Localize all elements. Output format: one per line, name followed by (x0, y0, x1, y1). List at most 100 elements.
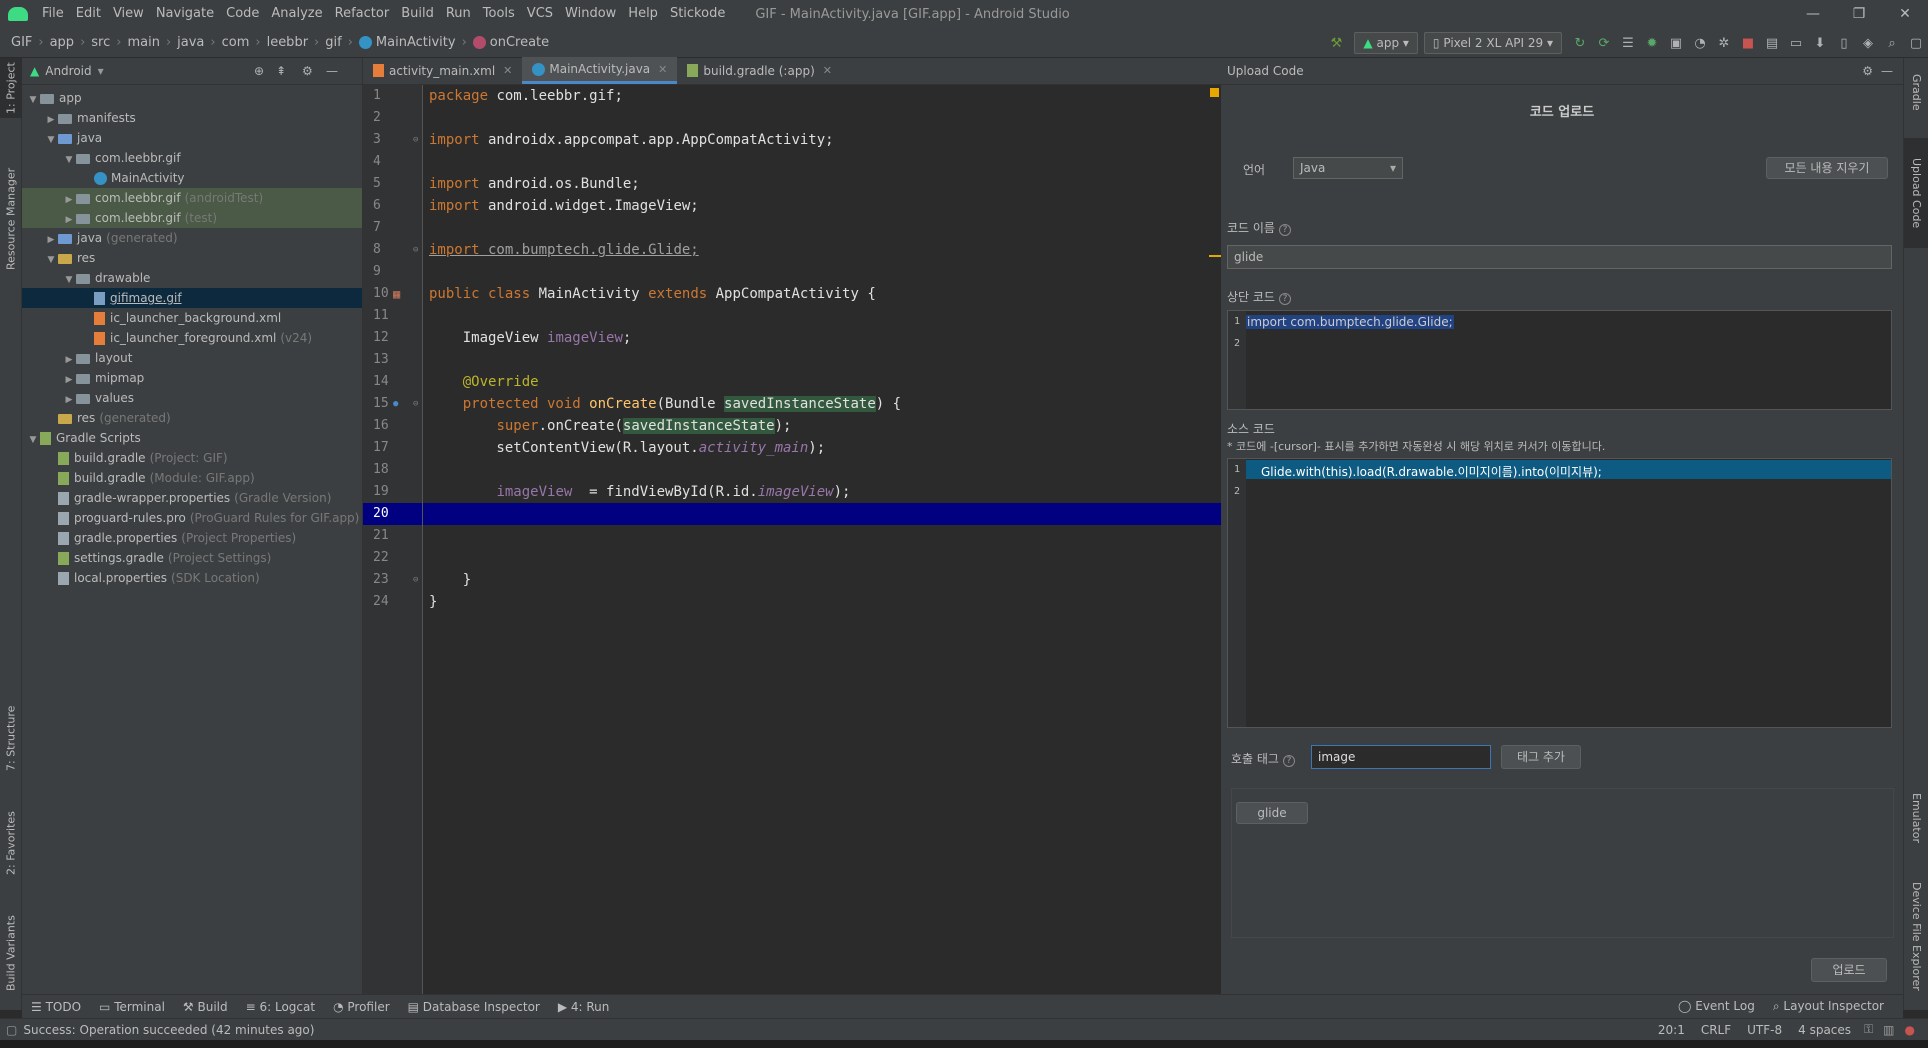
collapsed-arrow-icon[interactable]: ▶ (62, 190, 76, 210)
menu-refactor[interactable]: Refactor (329, 0, 396, 28)
run-list-icon[interactable]: ☰ (1616, 36, 1640, 51)
chevron-down-icon[interactable]: ▾ (98, 64, 104, 78)
tree-item[interactable]: ▼ Gradle Scripts (22, 428, 362, 448)
hammer-icon[interactable]: ⚒ (1324, 36, 1348, 51)
breadcrumb-item[interactable]: gif (322, 35, 344, 50)
breadcrumb-item[interactable]: com (219, 35, 253, 50)
expanded-arrow-icon[interactable]: ▼ (26, 90, 40, 110)
override-marker-icon[interactable]: ● (393, 393, 398, 415)
close-tab-icon[interactable]: ✕ (823, 64, 832, 77)
minimize-icon[interactable]: — (1790, 0, 1836, 28)
fold-icon[interactable]: ⊖ (413, 129, 418, 151)
menu-help[interactable]: Help (622, 0, 664, 28)
menu-stickode[interactable]: Stickode (664, 0, 731, 28)
layout-inspector-tab[interactable]: ⌕ Layout Inspector (1764, 999, 1893, 1014)
tree-item[interactable]: ▶ mipmap (22, 368, 362, 388)
layout-icon[interactable]: ▢ (1904, 36, 1928, 51)
gear-icon[interactable]: ⚙ (302, 64, 313, 78)
help-icon[interactable]: ? (1282, 755, 1295, 767)
device-manager-icon[interactable]: ▯ (1832, 36, 1856, 51)
bottom-tool-tab[interactable]: ▤ Database Inspector (399, 1000, 549, 1014)
search-icon[interactable]: ⌕ (1880, 36, 1904, 51)
tool-tab-build-variants[interactable]: Build Variants (0, 898, 22, 1008)
menu-analyze[interactable]: Analyze (265, 0, 328, 28)
expanded-arrow-icon[interactable]: ▼ (26, 430, 40, 450)
status-icon[interactable]: ▢ (6, 1023, 17, 1037)
lock-icon[interactable]: ⚿ (1859, 1022, 1878, 1037)
tool-tab-resource-manager[interactable]: Resource Manager (0, 154, 22, 284)
close-tab-icon[interactable]: ✕ (658, 63, 667, 76)
project-view-select[interactable]: Android (45, 64, 91, 78)
error-icon[interactable]: ● (1900, 1023, 1920, 1037)
tool-tab-project[interactable]: 1: Project (0, 58, 22, 118)
close-icon[interactable]: ✕ (1882, 0, 1928, 28)
tree-item[interactable]: proguard-rules.pro (ProGuard Rules for GI… (22, 508, 362, 528)
expanded-arrow-icon[interactable]: ▼ (44, 250, 58, 270)
help-icon[interactable]: ? (1278, 224, 1291, 236)
menu-tools[interactable]: Tools (477, 0, 521, 28)
debug-icon[interactable]: ✹ (1640, 36, 1664, 51)
warning-marker[interactable] (1209, 255, 1221, 257)
tree-item[interactable]: ▶ values (22, 388, 362, 408)
tree-item[interactable]: gifimage.gif (22, 288, 362, 308)
fold-icon[interactable]: ⊖ (413, 239, 418, 261)
menu-run[interactable]: Run (440, 0, 477, 28)
locate-icon[interactable]: ⊕ (254, 64, 264, 78)
collapse-icon[interactable]: ⇞ (276, 64, 286, 78)
add-tag-button[interactable]: 태그 추가 (1501, 745, 1581, 769)
gear-icon[interactable]: ⚙ (1862, 58, 1873, 85)
file-encoding[interactable]: UTF-8 (1739, 1023, 1790, 1037)
breadcrumb-item[interactable]: src (88, 35, 113, 50)
breadcrumb-item[interactable]: MainActivity (356, 35, 459, 50)
layout-marker-icon[interactable]: ▦ (393, 283, 400, 305)
collapsed-arrow-icon[interactable]: ▶ (62, 350, 76, 370)
bottom-tool-tab[interactable]: ◔ Profiler (324, 1000, 399, 1014)
expanded-arrow-icon[interactable]: ▼ (62, 270, 76, 290)
sdk-manager-icon[interactable]: ⬇ (1808, 36, 1832, 51)
collapsed-arrow-icon[interactable]: ▶ (62, 370, 76, 390)
tree-item[interactable]: ▶ java (generated) (22, 228, 362, 248)
bottom-tool-tab[interactable]: ▶ 4: Run (549, 1000, 619, 1014)
editor-tab[interactable]: activity_main.xml ✕ (363, 57, 522, 84)
bottom-tool-tab[interactable]: ≡ 6: Logcat (237, 1000, 324, 1014)
bottom-tool-tab[interactable]: ⚒ Build (174, 1000, 237, 1014)
collapsed-arrow-icon[interactable]: ▶ (62, 210, 76, 230)
expanded-arrow-icon[interactable]: ▼ (62, 150, 76, 170)
tool-tab-device-file-explorer[interactable]: Device File Explorer (1904, 866, 1928, 1006)
tree-item[interactable]: ic_launcher_background.xml (22, 308, 362, 328)
source-code-editor[interactable]: 1 2 Glide.with(this).load(R.drawable.이미지… (1227, 458, 1892, 728)
tree-item[interactable]: build.gradle (Project: GIF) (22, 448, 362, 468)
tool-tab-gradle[interactable]: Gradle (1904, 62, 1928, 122)
project-structure-icon[interactable]: ▤ (1760, 36, 1784, 51)
bottom-tool-tab[interactable]: ▭ Terminal (90, 1000, 174, 1014)
tool-tab-structure[interactable]: 7: Structure (0, 698, 22, 778)
memory-icon[interactable]: ▥ (1878, 1023, 1899, 1037)
collapsed-arrow-icon[interactable]: ▶ (44, 110, 58, 130)
bottom-tool-tab[interactable]: ☰ TODO (22, 1000, 90, 1014)
code-area[interactable]: package com.leebbr.gif; import androidx.a… (423, 85, 1221, 613)
tool-tab-emulator[interactable]: Emulator (1904, 778, 1928, 858)
menu-navigate[interactable]: Navigate (150, 0, 220, 28)
run-config-select[interactable]: ▲ app ▾ (1354, 32, 1418, 54)
caret-position[interactable]: 20:1 (1650, 1023, 1693, 1037)
clear-all-button[interactable]: 모든 내용 지우기 (1766, 157, 1888, 179)
line-separator[interactable]: CRLF (1693, 1023, 1739, 1037)
collapsed-arrow-icon[interactable]: ▶ (62, 390, 76, 410)
tree-item[interactable]: ▼ com.leebbr.gif (22, 148, 362, 168)
language-select[interactable]: Java ▾ (1293, 157, 1403, 179)
close-tab-icon[interactable]: ✕ (503, 64, 512, 77)
breadcrumb-item[interactable]: leebbr (264, 35, 311, 50)
tree-item[interactable]: ▼ res (22, 248, 362, 268)
tag-chip[interactable]: glide (1236, 802, 1308, 824)
coverage-icon[interactable]: ▣ (1664, 36, 1688, 51)
editor-tab[interactable]: MainActivity.java ✕ (522, 57, 678, 84)
tree-item[interactable]: ▼ drawable (22, 268, 362, 288)
collapsed-arrow-icon[interactable]: ▶ (44, 230, 58, 250)
attach-debugger-icon[interactable]: ✲ (1712, 36, 1736, 51)
menu-code[interactable]: Code (220, 0, 265, 28)
tree-item[interactable]: ▶ com.leebbr.gif (androidTest) (22, 188, 362, 208)
restore-icon[interactable]: ❐ (1836, 0, 1882, 28)
avd-manager-icon[interactable]: ▭ (1784, 36, 1808, 51)
call-tag-input[interactable]: image (1311, 745, 1491, 769)
tree-item[interactable]: settings.gradle (Project Settings) (22, 548, 362, 568)
